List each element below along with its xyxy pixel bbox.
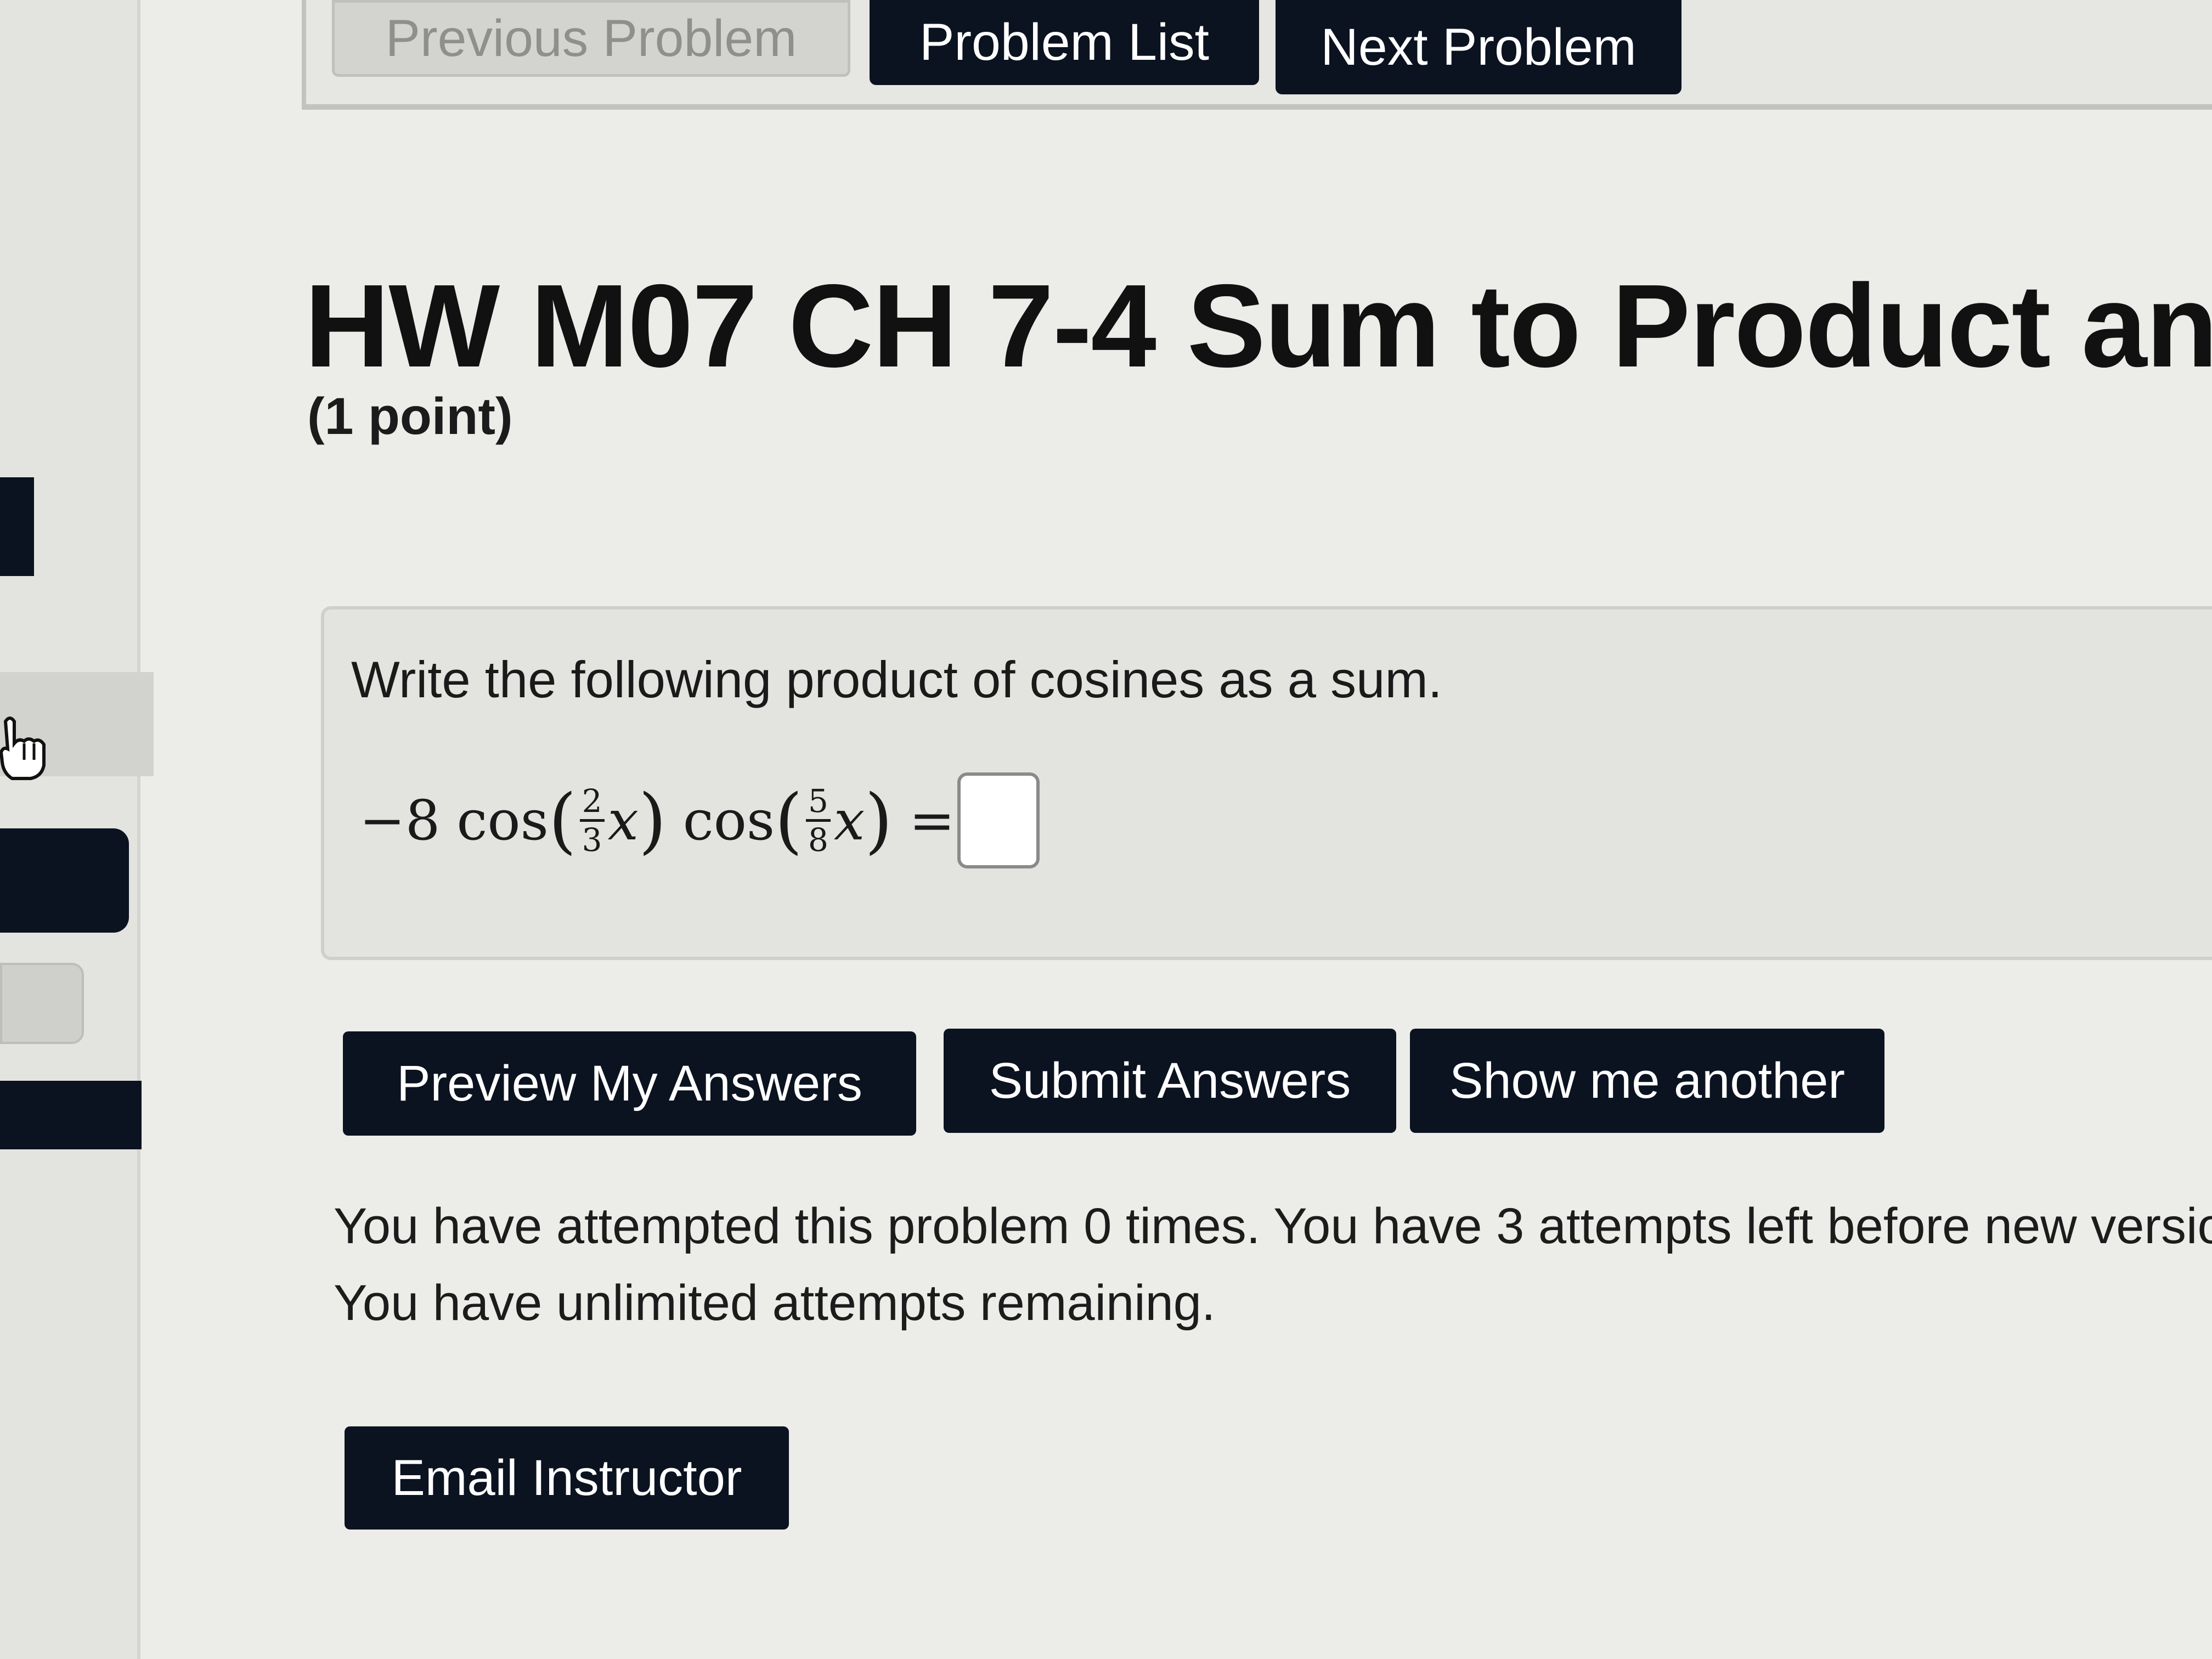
attempts-status: You have attempted this problem 0 times.… <box>334 1188 2212 1341</box>
problem-prompt: Write the following product of cosines a… <box>351 651 1442 708</box>
page-title: HW M07 CH 7-4 Sum to Product an <box>304 259 2212 392</box>
close-paren: ) <box>638 778 667 862</box>
variable-x-1: x <box>607 788 639 853</box>
coefficient: −8 <box>359 788 441 853</box>
math-expression: −8 cos ( 2 3 x ) cos ( 5 8 x ) = <box>359 765 1040 875</box>
preview-answers-button[interactable]: Preview My Answers <box>343 1031 916 1136</box>
cos-function-2: cos <box>682 788 775 853</box>
cos-function-1: cos <box>456 788 549 853</box>
submit-answers-button[interactable]: Submit Answers <box>944 1029 1396 1133</box>
fraction-2-numerator: 5 <box>805 785 831 822</box>
sidebar-item[interactable] <box>0 963 84 1044</box>
fraction-1-numerator: 2 <box>579 785 605 822</box>
sidebar-block[interactable] <box>0 1081 142 1149</box>
problem-list-button[interactable]: Problem List <box>870 0 1259 85</box>
answer-input[interactable] <box>957 772 1040 868</box>
next-problem-button[interactable]: Next Problem <box>1276 0 1681 94</box>
attempts-line-1: You have attempted this problem 0 times.… <box>334 1198 2212 1254</box>
variable-x-2: x <box>833 788 865 853</box>
fraction-1-denominator: 3 <box>582 821 602 859</box>
open-paren: ( <box>548 778 577 862</box>
equals-sign: = <box>909 788 955 853</box>
show-another-button[interactable]: Show me another <box>1410 1029 1884 1133</box>
attempts-line-2: You have unlimited attempts remaining. <box>334 1275 1216 1331</box>
fraction-2: 5 8 <box>805 785 831 859</box>
sidebar-button[interactable] <box>0 828 129 933</box>
problem-points: (1 point) <box>307 387 513 445</box>
page: Previous Problem Problem List Next Probl… <box>0 0 2212 1659</box>
previous-problem-button[interactable]: Previous Problem <box>332 0 850 77</box>
fraction-2-denominator: 8 <box>808 821 828 859</box>
open-paren: ( <box>775 778 803 862</box>
close-paren: ) <box>865 778 893 862</box>
email-instructor-button[interactable]: Email Instructor <box>345 1426 789 1530</box>
sidebar-item-marker[interactable] <box>0 477 34 576</box>
hand-pointer-icon <box>0 716 46 780</box>
fraction-1: 2 3 <box>579 785 605 859</box>
